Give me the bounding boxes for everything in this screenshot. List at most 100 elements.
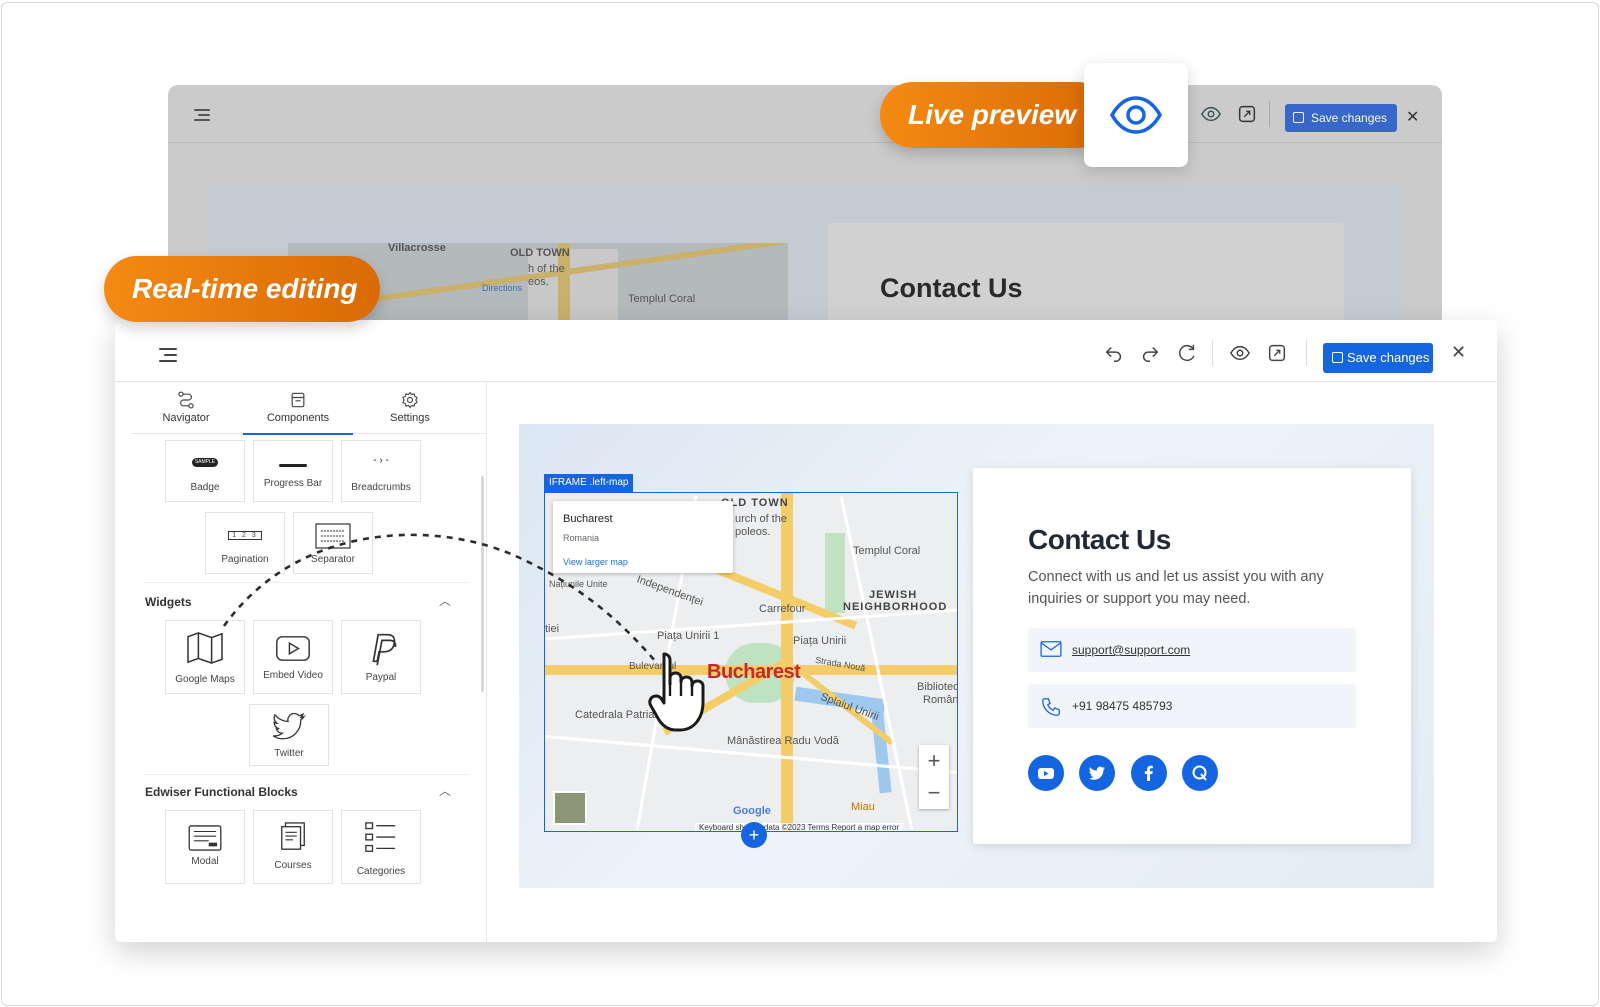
categories-icon xyxy=(342,821,420,858)
zoom-out-button[interactable]: − xyxy=(919,777,949,809)
editor-window: Save changes ✕ Navigator Components Sett… xyxy=(115,320,1497,942)
tile-label: Badge xyxy=(190,482,220,493)
map-icon xyxy=(166,631,244,668)
map-label: Piața Unirii xyxy=(793,635,847,647)
redo-icon[interactable] xyxy=(1139,342,1161,364)
save-button[interactable]: Save changes xyxy=(1323,343,1433,373)
divider xyxy=(145,582,469,583)
iframe-tag[interactable]: IFRAME .left-map xyxy=(544,474,634,492)
menu-icon[interactable] xyxy=(159,348,177,362)
sidebar-tabs: Navigator Components Settings xyxy=(131,382,487,435)
map-label: urch of the xyxy=(735,513,787,525)
save-icon xyxy=(1293,112,1304,123)
separator-icon xyxy=(294,523,372,552)
eye-icon[interactable] xyxy=(1229,342,1251,364)
widgets-section-title[interactable]: Widgets xyxy=(145,595,192,609)
view-larger-map-link[interactable]: View larger map xyxy=(563,557,628,567)
component-twitter[interactable]: Twitter xyxy=(249,704,329,766)
map-iframe[interactable]: OLD TOWN urch of the poleos. Templul Cor… xyxy=(544,492,958,832)
close-icon[interactable]: ✕ xyxy=(1451,342,1466,363)
save-icon xyxy=(1332,352,1343,363)
back-contact-card: Contact Us xyxy=(828,223,1344,325)
modal-icon xyxy=(166,825,244,854)
directions-link[interactable]: Directions xyxy=(482,283,522,293)
component-paypal[interactable]: Paypal xyxy=(341,620,421,694)
tab-label: Components xyxy=(266,412,330,424)
map-info-popup: Bucharest Romania View larger map xyxy=(553,501,733,573)
tile-label: Courses xyxy=(274,860,312,871)
courses-icon xyxy=(254,821,332,856)
component-embed-video[interactable]: Embed Video xyxy=(253,620,333,694)
menu-icon[interactable] xyxy=(194,109,210,121)
map-label: Templul Coral xyxy=(853,545,921,557)
undo-icon[interactable] xyxy=(1103,342,1125,364)
tile-label: Pagination xyxy=(221,554,269,565)
component-courses[interactable]: Courses xyxy=(253,810,333,884)
email-field[interactable]: support@support.com xyxy=(1028,628,1356,672)
contact-description: Connect with us and let us assist you wi… xyxy=(1028,569,1324,607)
twitter-button[interactable] xyxy=(1079,755,1115,791)
popup-subtitle: Romania xyxy=(563,533,600,543)
tab-navigator[interactable]: Navigator xyxy=(131,388,241,434)
chevron-up-icon[interactable]: ︿ xyxy=(439,592,451,609)
sidebar-scrollbar[interactable] xyxy=(481,476,484,692)
video-icon xyxy=(254,635,332,665)
map-label: Catedrala Patriar xyxy=(575,709,659,721)
component-breadcrumbs[interactable]: - › - Breadcrumbs xyxy=(341,440,421,502)
tile-label: Google Maps xyxy=(175,674,235,685)
contact-title: Contact Us xyxy=(1028,524,1171,555)
back-canvas: Villacrosse OLD TOWN h of the eos. Direc… xyxy=(208,183,1404,325)
component-pagination[interactable]: 1 2 3 Pagination xyxy=(205,512,285,574)
back-toolbar: Save changes ✕ xyxy=(168,85,1442,143)
hand-cursor-icon xyxy=(648,652,705,732)
map-label: OLD TOWN xyxy=(510,247,570,259)
save-label: Save changes xyxy=(1347,350,1430,365)
component-modal[interactable]: Modal xyxy=(165,810,245,884)
settings-icon xyxy=(402,391,418,409)
divider xyxy=(1212,340,1213,366)
tab-label: Navigator xyxy=(162,412,210,424)
quora-button[interactable] xyxy=(1182,755,1218,791)
refresh-icon[interactable] xyxy=(1176,342,1198,364)
progress-bar-icon xyxy=(254,459,332,470)
quora-icon xyxy=(1192,765,1207,781)
badge-icon: SAMPLE xyxy=(166,455,244,467)
youtube-button[interactable] xyxy=(1028,755,1064,791)
breadcrumbs-icon: - › - xyxy=(373,455,389,466)
tile-label: Separator xyxy=(311,554,355,565)
functional-section-title[interactable]: Edwiser Functional Blocks xyxy=(145,785,298,799)
zoom-in-button[interactable]: + xyxy=(919,745,949,777)
popup-title: Bucharest xyxy=(563,513,613,525)
expand-icon[interactable] xyxy=(1266,342,1288,364)
expand-icon[interactable] xyxy=(1236,103,1258,125)
back-card-title: Contact Us xyxy=(880,273,1023,303)
facebook-button[interactable] xyxy=(1131,755,1167,791)
map-label: JEWISH xyxy=(869,589,918,601)
component-badge[interactable]: SAMPLE Badge xyxy=(165,440,245,502)
close-icon[interactable]: ✕ xyxy=(1406,107,1419,127)
facebook-icon xyxy=(1144,765,1153,781)
chevron-up-icon[interactable]: ︿ xyxy=(439,782,451,799)
phone-field[interactable]: +91 98475 485793 xyxy=(1028,684,1356,728)
component-categories[interactable]: Categories xyxy=(341,810,421,884)
divider xyxy=(145,774,469,775)
component-separator[interactable]: Separator xyxy=(293,512,373,574)
component-progress-bar[interactable]: Progress Bar xyxy=(253,440,333,502)
tab-components[interactable]: Components xyxy=(243,388,353,434)
map-label: Mânăstirea Radu Vodă xyxy=(727,735,839,747)
eye-icon[interactable] xyxy=(1200,103,1222,125)
component-google-maps[interactable]: Google Maps xyxy=(165,620,245,694)
tab-settings[interactable]: Settings xyxy=(355,388,465,434)
map-label: Villacrosse xyxy=(388,243,446,254)
map-label: Națiunile Unite xyxy=(549,579,608,589)
tile-label: Progress Bar xyxy=(263,478,323,489)
google-logo: Google xyxy=(733,805,771,817)
map-label: NEIGHBORHOOD xyxy=(843,601,948,613)
live-preview-callout: Live preview xyxy=(880,82,1110,148)
map-label: Independenței xyxy=(635,573,705,609)
back-save-button[interactable]: Save changes xyxy=(1285,104,1398,132)
tile-label: Breadcrumbs xyxy=(351,482,411,493)
satellite-toggle[interactable] xyxy=(553,791,587,825)
email-link[interactable]: support@support.com xyxy=(1072,643,1190,657)
add-block-button[interactable]: + xyxy=(741,822,767,848)
